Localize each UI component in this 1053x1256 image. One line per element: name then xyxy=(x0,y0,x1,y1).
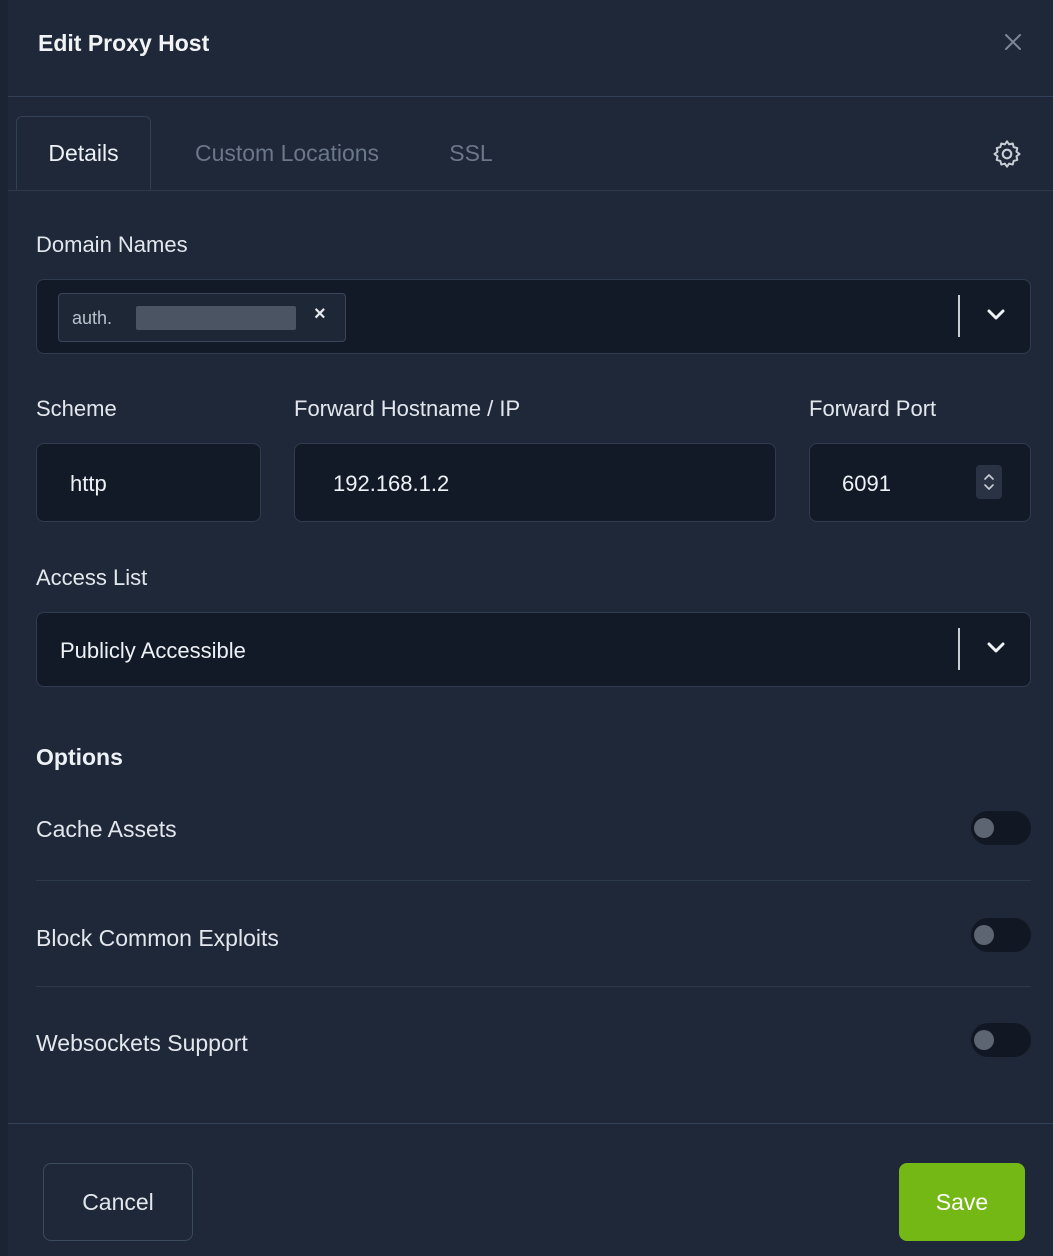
redacted-mask xyxy=(136,306,296,330)
scheme-value: http xyxy=(70,471,107,496)
websockets-support-toggle[interactable] xyxy=(971,1023,1031,1057)
access-list-label: Access List xyxy=(36,565,148,590)
forward-port-value: 6091 xyxy=(842,471,891,496)
select-divider xyxy=(958,628,960,670)
divider xyxy=(36,880,1031,881)
option-label: Cache Assets xyxy=(36,816,177,842)
forward-hostname-value: 192.168.1.2 xyxy=(333,471,450,496)
chevron-down-icon[interactable] xyxy=(984,303,1008,327)
chevron-down-icon[interactable] xyxy=(984,636,1008,660)
forward-hostname-label: Forward Hostname / IP xyxy=(294,396,521,421)
toggle-knob xyxy=(974,1030,994,1050)
forward-hostname-input[interactable]: 192.168.1.2 xyxy=(294,443,776,522)
option-label: Websockets Support xyxy=(36,1030,248,1056)
close-icon[interactable] xyxy=(997,26,1029,58)
access-list-value: Publicly Accessible xyxy=(60,638,246,663)
domain-names-select[interactable]: auth. × xyxy=(36,279,1031,354)
save-button[interactable]: Save xyxy=(899,1163,1025,1241)
option-websockets-support: Websockets Support xyxy=(36,1030,1031,1110)
access-list-select[interactable]: Publicly Accessible xyxy=(36,612,1031,687)
scheme-input[interactable]: http xyxy=(36,443,261,522)
scheme-label: Scheme xyxy=(36,396,117,421)
domain-tag-text: auth. xyxy=(72,308,113,328)
modal-header: Edit Proxy Host xyxy=(8,0,1053,97)
modal-title: Edit Proxy Host xyxy=(38,30,210,56)
tab-bar: Details Custom Locations SSL xyxy=(8,96,1053,191)
gear-icon[interactable] xyxy=(989,136,1025,172)
toggle-knob xyxy=(974,818,994,838)
option-label: Block Common Exploits xyxy=(36,925,279,951)
edit-proxy-host-modal: Edit Proxy Host Details Custom Locations… xyxy=(8,0,1053,1256)
block-common-exploits-toggle[interactable] xyxy=(971,918,1031,952)
domain-names-label: Domain Names xyxy=(36,232,188,257)
options-heading: Options xyxy=(36,744,123,770)
tab-ssl[interactable]: SSL xyxy=(436,116,506,190)
cancel-button[interactable]: Cancel xyxy=(43,1163,193,1241)
forward-port-input[interactable]: 6091 xyxy=(809,443,1031,522)
select-divider xyxy=(958,295,960,337)
footer-divider xyxy=(8,1123,1053,1124)
cache-assets-toggle[interactable] xyxy=(971,811,1031,845)
option-block-common-exploits: Block Common Exploits xyxy=(36,925,1031,1005)
tab-custom-locations[interactable]: Custom Locations xyxy=(174,116,400,190)
option-cache-assets: Cache Assets xyxy=(36,816,1031,896)
tab-details[interactable]: Details xyxy=(16,116,151,190)
remove-tag-icon[interactable]: × xyxy=(314,303,326,326)
port-stepper-icon[interactable] xyxy=(976,465,1002,499)
divider xyxy=(36,986,1031,987)
forward-port-label: Forward Port xyxy=(809,396,937,421)
toggle-knob xyxy=(974,925,994,945)
domain-tag: auth. × xyxy=(58,293,346,342)
